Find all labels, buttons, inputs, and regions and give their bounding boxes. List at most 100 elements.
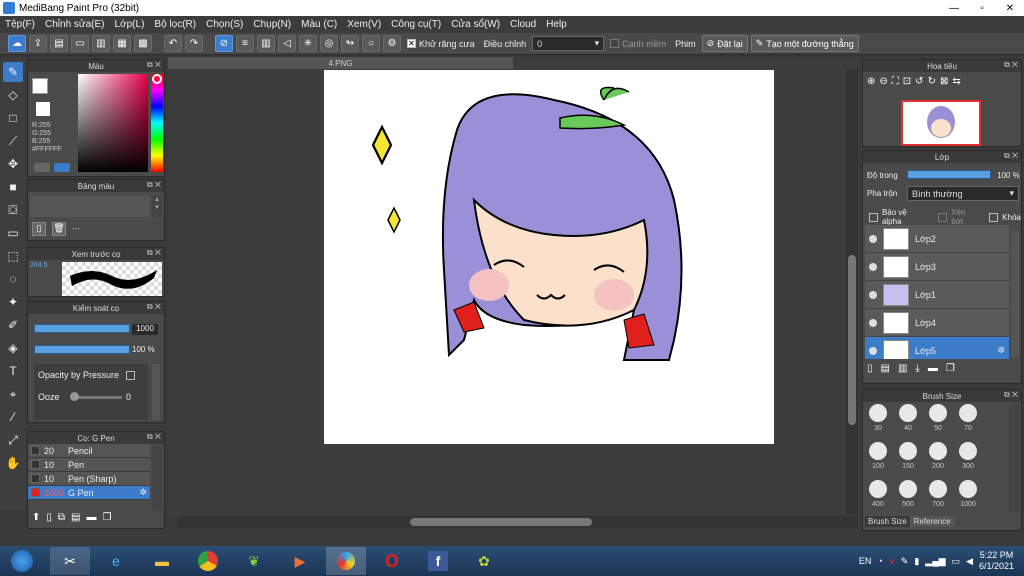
brush-size-option[interactable]: 100 xyxy=(865,442,891,476)
brush-options-scrollbar[interactable] xyxy=(152,364,160,420)
gear-icon[interactable]: ✲ xyxy=(997,345,1005,356)
adjust-select[interactable]: 0 ▾ xyxy=(532,36,605,51)
fit-icon[interactable]: ⛶ xyxy=(892,76,899,87)
eye-icon[interactable] xyxy=(869,318,877,327)
antialias-toggle[interactable]: ✕ Khử răng cưa xyxy=(404,39,478,49)
menu-color[interactable]: Màu (C) xyxy=(296,19,342,30)
document-icon[interactable]: ▥ xyxy=(92,35,110,52)
eye-icon[interactable] xyxy=(869,262,877,271)
menu-layer[interactable]: Lớp(L) xyxy=(110,19,150,30)
brush-size-option[interactable]: 1000 xyxy=(955,480,981,514)
hand-tool-icon[interactable]: ✋ xyxy=(3,453,23,473)
palette-scrollbar[interactable]: ▴ ▾ xyxy=(152,195,162,217)
network-icon[interactable]: ▮ xyxy=(914,556,919,567)
blend-mode-select[interactable]: Bình thường ▾ xyxy=(907,186,1019,201)
rotate-left-icon[interactable]: ↺ xyxy=(915,76,923,87)
concentric-snap-icon[interactable]: ◎ xyxy=(320,35,338,52)
brush-list-scrollbar[interactable] xyxy=(152,446,162,510)
color-mode-button[interactable] xyxy=(34,163,50,172)
magic-wand-icon[interactable]: ✦ xyxy=(3,292,23,312)
brush-size-option[interactable]: 400 xyxy=(865,480,891,514)
new-brush-icon[interactable]: ▯ xyxy=(46,512,52,523)
chat-icon[interactable]: ▭ xyxy=(71,35,89,52)
brush-item-selected[interactable]: 1000 G Pen ✲ xyxy=(28,486,150,500)
shape-fill-icon[interactable]: ■ xyxy=(3,177,23,197)
menu-help[interactable]: Help xyxy=(541,19,572,30)
menu-tools[interactable]: Công cụ(T) xyxy=(386,19,446,30)
eye-icon[interactable] xyxy=(869,290,877,299)
cloud-icon[interactable]: ☁ xyxy=(8,35,26,52)
document-tab[interactable]: 4.PNG xyxy=(168,57,513,69)
menu-cloud[interactable]: Cloud xyxy=(505,19,541,30)
horizontal-scrollbar[interactable] xyxy=(178,516,858,528)
new-palette-icon[interactable]: ▯ xyxy=(32,222,46,236)
lock-checkbox[interactable] xyxy=(989,212,999,222)
brush-tool-icon[interactable]: ✎ xyxy=(3,62,23,82)
battery-icon[interactable]: ▭ xyxy=(952,556,961,567)
antialias-checkbox[interactable]: ✕ xyxy=(407,39,416,48)
taskbar-app-facebook[interactable]: f xyxy=(418,547,458,575)
eraser-tool-icon[interactable]: ◇ xyxy=(3,85,23,105)
brush-opacity-slider[interactable] xyxy=(34,345,130,354)
select-eraser-icon[interactable]: ◈ xyxy=(3,338,23,358)
storyboard-icon[interactable]: ▦ xyxy=(113,35,131,52)
navigator-thumbnail[interactable] xyxy=(901,100,981,146)
start-button[interactable] xyxy=(0,547,44,575)
volume-icon[interactable]: ◀ xyxy=(966,556,973,567)
taskbar-app-medibang[interactable]: ✂ xyxy=(50,547,90,575)
taskbar-app-media[interactable]: ▶ xyxy=(280,547,320,575)
clock[interactable]: 5:22 PM 6/1/2021 xyxy=(979,550,1014,572)
eye-icon[interactable] xyxy=(869,346,877,355)
trash-icon[interactable]: 🗑 xyxy=(52,222,66,236)
ooze-handle[interactable] xyxy=(70,392,79,401)
brush-item[interactable]: 10 Pen (Sharp) xyxy=(28,472,150,486)
tab-brush-size[interactable]: Brush Size xyxy=(865,516,910,527)
tray-icon-opera[interactable]: ◔ xyxy=(877,556,882,566)
grid-icon[interactable]: ▩ xyxy=(134,35,152,52)
drawing-canvas[interactable] xyxy=(324,70,774,444)
brush-size-slider[interactable] xyxy=(34,324,130,333)
layer-scrollbar[interactable] xyxy=(1011,231,1019,357)
taskbar-app-explorer[interactable]: ▬ xyxy=(142,547,182,575)
soft-edge-toggle[interactable]: Cạnh mềm xyxy=(607,39,669,49)
gear-icon[interactable]: ✲ xyxy=(139,487,147,498)
new-layer-icon[interactable]: ▯ xyxy=(867,363,873,374)
color-mode-button-2[interactable] xyxy=(54,163,70,172)
language-indicator[interactable]: EN xyxy=(859,556,872,566)
curve-snap-icon[interactable]: ↬ xyxy=(341,35,359,52)
brush-size-option[interactable]: 40 xyxy=(895,404,921,438)
clipping-checkbox[interactable] xyxy=(938,212,948,222)
folder-icon[interactable]: ▬ xyxy=(928,363,938,374)
radial-snap-icon[interactable]: ✳ xyxy=(299,35,317,52)
horizontal-scrollbar-thumb[interactable] xyxy=(410,518,592,526)
brush-size-scrollbar[interactable] xyxy=(1009,404,1019,512)
folder-icon[interactable]: ▬ xyxy=(87,512,97,523)
tab-reference[interactable]: Reference xyxy=(909,516,955,527)
select-tool-icon[interactable]: ⬚ xyxy=(3,246,23,266)
layer-row[interactable]: Lớp1 xyxy=(865,281,1009,309)
move-tool-icon[interactable]: ✥ xyxy=(3,154,23,174)
menu-filter[interactable]: Bộ lọc(R) xyxy=(149,19,201,30)
eyedropper-icon[interactable]: ⁄ xyxy=(3,407,23,427)
layer-row-selected[interactable]: Lớp5 ✲ xyxy=(865,337,1009,359)
brush-item[interactable]: 10 Pen xyxy=(28,458,150,472)
panel-controls-icon[interactable]: ⧉ ✕ xyxy=(1004,390,1018,400)
brush-size-option[interactable]: 500 xyxy=(895,480,921,514)
taskbar-app-ie[interactable]: e xyxy=(96,547,136,575)
flip-icon[interactable]: ⇆ xyxy=(952,76,960,87)
soft-edge-checkbox[interactable] xyxy=(610,39,620,48)
saturation-value-picker[interactable] xyxy=(78,74,148,172)
lasso-tool-icon[interactable]: ◌ xyxy=(3,269,23,289)
eye-icon[interactable] xyxy=(869,234,877,243)
menu-view[interactable]: Xem(V) xyxy=(342,19,386,30)
gradient-tool-icon[interactable]: ▭ xyxy=(3,223,23,243)
brush-size-option[interactable]: 700 xyxy=(925,480,951,514)
parallel-snap-icon[interactable]: ≡ xyxy=(236,35,254,52)
taskbar-app-game[interactable]: ✿ xyxy=(464,547,504,575)
new-halftone-layer-icon[interactable]: ▤ xyxy=(881,363,890,374)
share-icon[interactable]: ⇪ xyxy=(29,35,47,52)
reset-button[interactable]: ⊘ Đặt lại xyxy=(701,35,748,52)
duplicate-icon[interactable]: ❐ xyxy=(946,363,955,374)
taskbar-app-chrome[interactable] xyxy=(188,547,228,575)
menu-file[interactable]: Tệp(F) xyxy=(0,19,40,30)
